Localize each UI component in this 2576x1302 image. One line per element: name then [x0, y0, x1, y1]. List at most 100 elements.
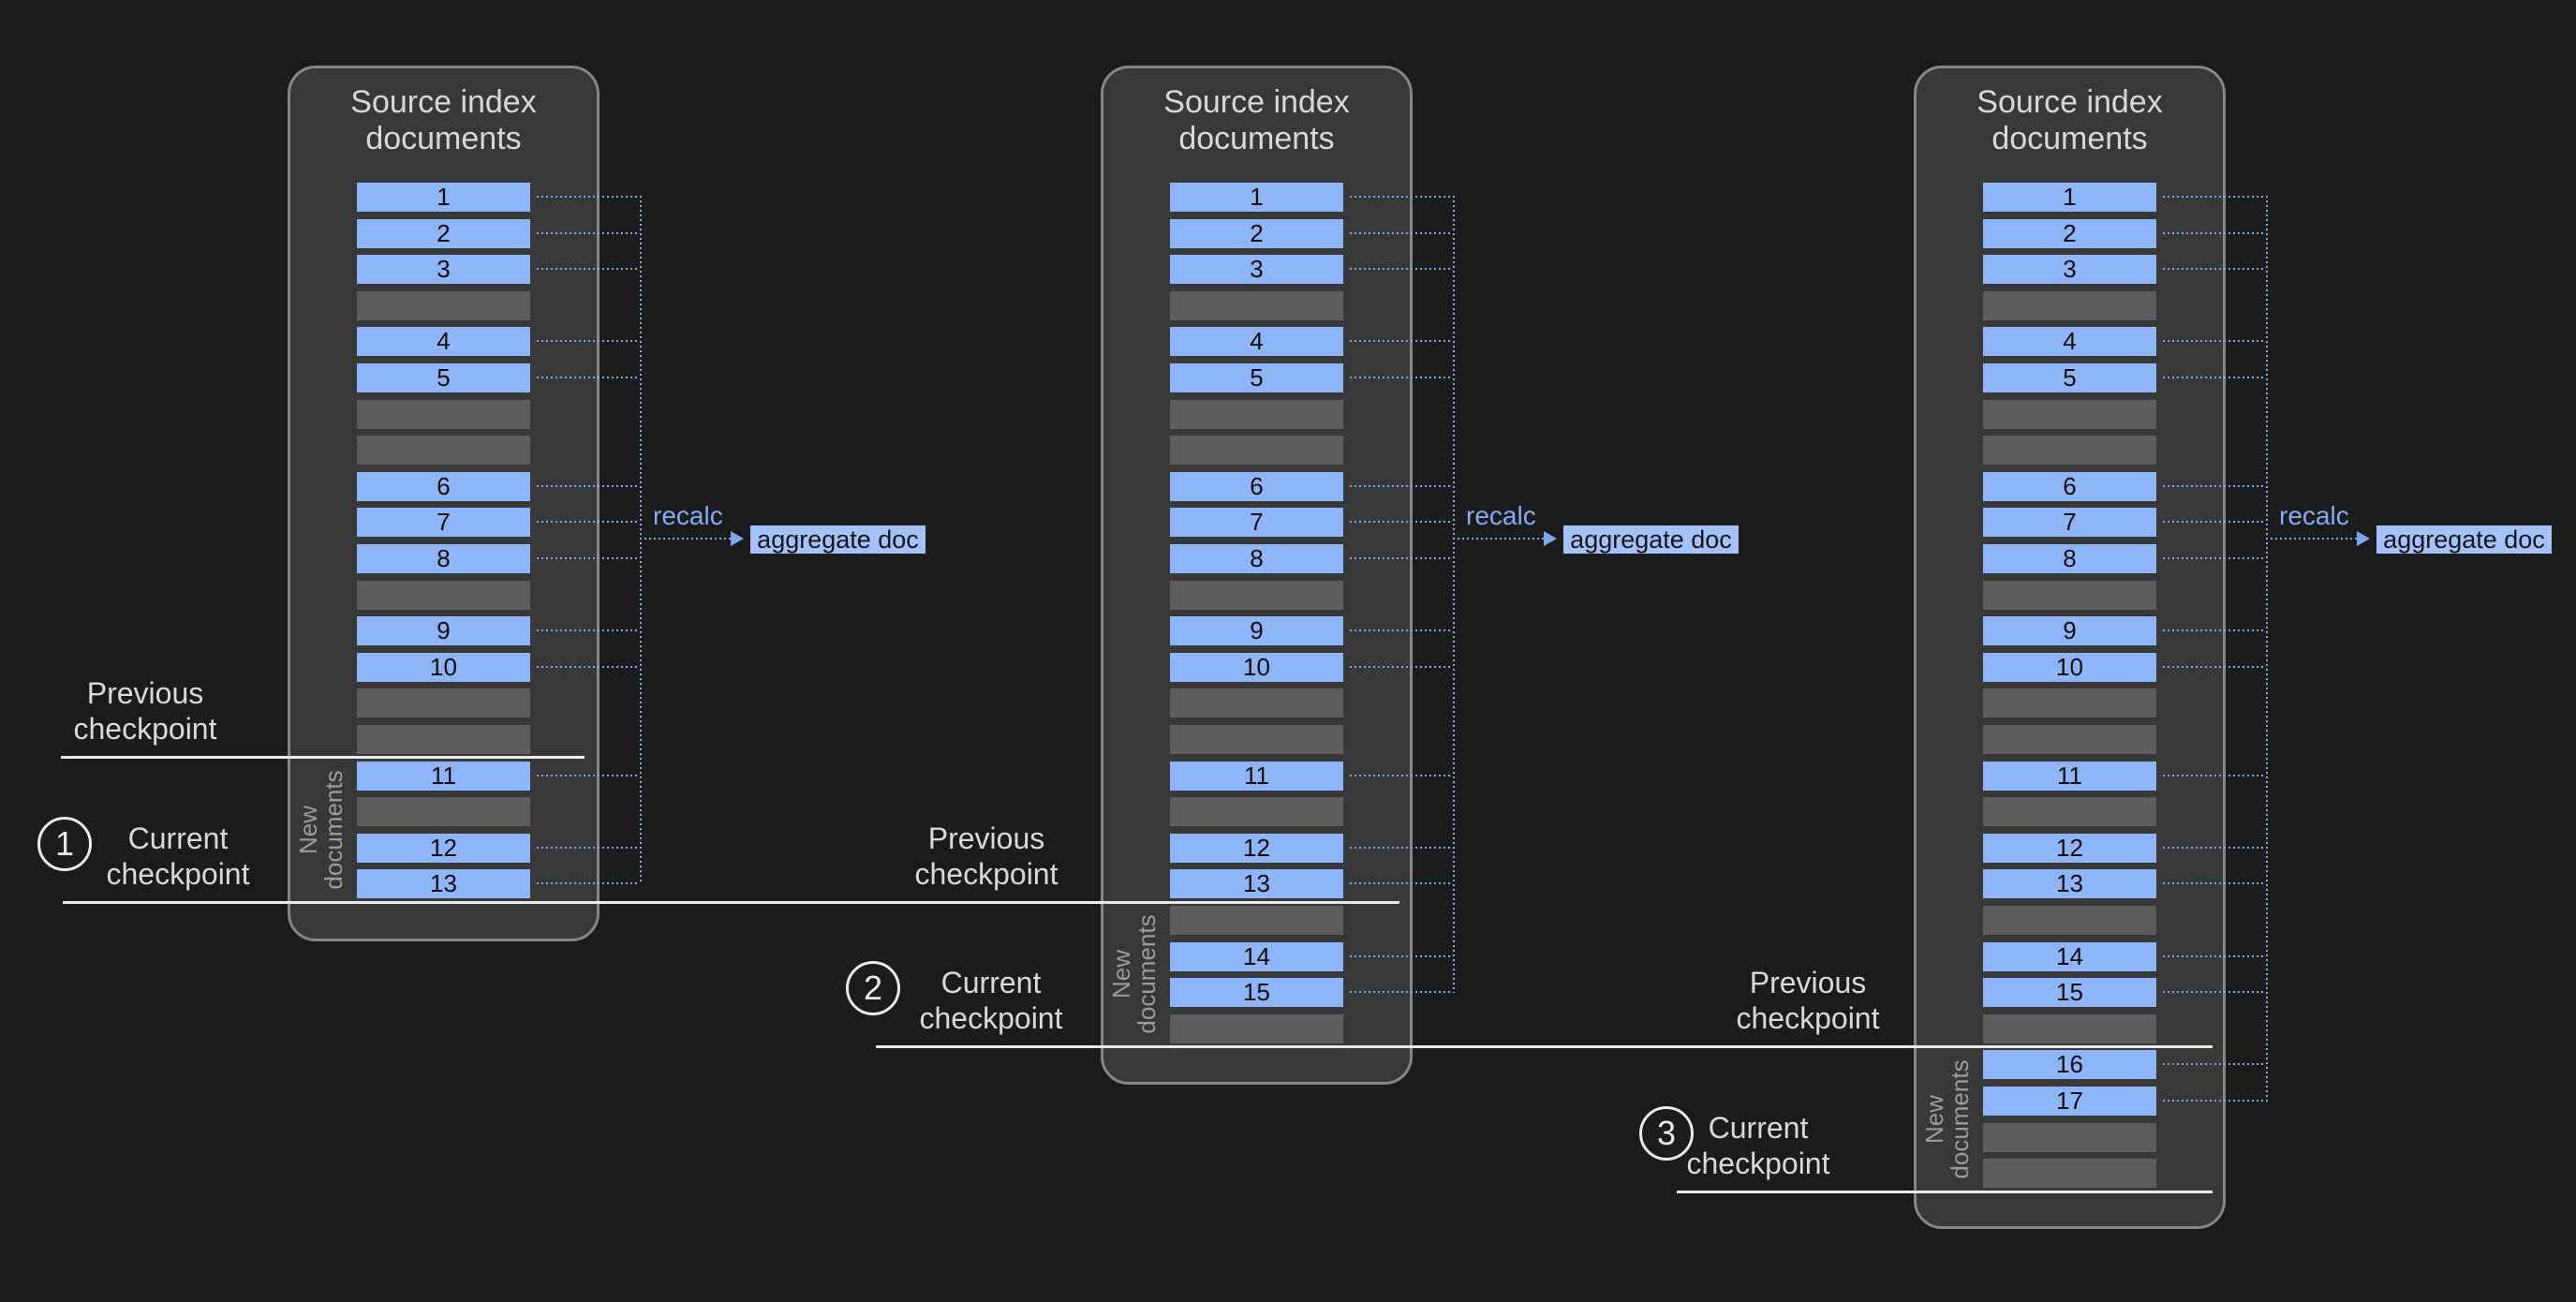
document-connector-line: [1350, 268, 1453, 270]
document-connector-line: [1350, 521, 1453, 523]
panel-title: documents: [1914, 121, 2226, 157]
document-bar: 14: [1983, 942, 2156, 971]
document-connector-line: [1350, 847, 1453, 849]
new-documents-label-line: New: [1922, 1049, 1947, 1190]
document-connector-line: [1350, 666, 1453, 668]
aggregate-doc-badge: aggregate doc: [1563, 525, 1739, 554]
aggregate-doc-badge: aggregate doc: [750, 525, 925, 554]
document-bar: 2: [357, 219, 530, 248]
document-bar: 17: [1983, 1087, 2156, 1116]
document-bar: 14: [1170, 942, 1343, 971]
document-connector-line: [2163, 377, 2266, 378]
bracket-line: [1453, 196, 1455, 993]
document-connector-line: [2163, 485, 2266, 487]
empty-slot: [357, 688, 530, 718]
document-bar: 5: [1170, 363, 1343, 392]
document-connector-line: [2163, 882, 2266, 884]
document-connector-line: [2163, 268, 2266, 270]
empty-slot: [1983, 688, 2156, 718]
document-connector-line: [537, 340, 640, 342]
document-connector-line: [1350, 991, 1453, 993]
document-bar: 11: [1983, 762, 2156, 791]
diagram-canvas: Source indexdocuments12345678910111213re…: [0, 0, 2576, 1302]
document-bar: 1: [1170, 183, 1343, 212]
document-bar: 11: [357, 762, 530, 791]
document-bar: 4: [1170, 327, 1343, 356]
document-connector-line: [2163, 629, 2266, 631]
panel-title: Source index: [1914, 84, 2226, 121]
empty-slot: [1170, 797, 1343, 826]
recalc-arrowhead-icon: [731, 531, 744, 546]
document-connector-line: [537, 268, 640, 270]
document-bar: 1: [1983, 183, 2156, 212]
document-bar: 3: [357, 255, 530, 284]
document-bar: 1: [357, 183, 530, 212]
document-connector-line: [1350, 882, 1453, 884]
document-bar: 9: [1983, 616, 2156, 645]
recalc-label: recalc: [1466, 502, 1536, 530]
document-connector-line: [2163, 955, 2266, 957]
previous-checkpoint-label: Previous: [827, 821, 1146, 855]
document-connector-line: [2163, 991, 2266, 993]
empty-slot: [1170, 725, 1343, 754]
document-connector-line: [537, 629, 640, 631]
document-bar: 5: [357, 363, 530, 392]
empty-slot: [357, 725, 530, 754]
document-bar: 2: [1170, 219, 1343, 248]
document-connector-line: [537, 666, 640, 668]
document-connector-line: [537, 232, 640, 234]
document-bar: 12: [357, 834, 530, 863]
document-connector-line: [537, 775, 640, 777]
document-connector-line: [1350, 485, 1453, 487]
document-bar: 5: [1983, 363, 2156, 392]
document-bar: 15: [1170, 978, 1343, 1007]
document-connector-line: [1350, 340, 1453, 342]
document-connector-line: [2163, 847, 2266, 849]
document-connector-line: [537, 377, 640, 378]
panel-title: documents: [288, 121, 600, 157]
document-connector-line: [537, 485, 640, 487]
previous-checkpoint-label: checkpoint: [827, 857, 1146, 891]
new-documents-label-line: documents: [1947, 1049, 1973, 1190]
document-bar: 11: [1170, 762, 1343, 791]
document-bar: 12: [1170, 834, 1343, 863]
empty-slot: [1983, 906, 2156, 935]
document-bar: 4: [357, 327, 530, 356]
empty-slot: [357, 436, 530, 465]
document-bar: 13: [1170, 869, 1343, 898]
empty-slot: [1983, 400, 2156, 429]
previous-checkpoint-label: Previous: [1649, 966, 1967, 999]
empty-slot: [357, 400, 530, 429]
document-bar: 7: [357, 508, 530, 537]
document-connector-line: [1350, 955, 1453, 957]
document-bar: 10: [1170, 653, 1343, 682]
empty-slot: [1983, 1123, 2156, 1152]
previous-checkpoint-label: checkpoint: [0, 712, 304, 746]
new-documents-label: Newdocuments: [1922, 1049, 1973, 1190]
new-documents-label-line: documents: [321, 760, 347, 900]
panel-title: Source index: [1101, 84, 1413, 121]
empty-slot: [1983, 725, 2156, 754]
previous-checkpoint-label: checkpoint: [1649, 1001, 1967, 1035]
document-connector-line: [2163, 232, 2266, 234]
document-connector-line: [2163, 775, 2266, 777]
checkpoint-number-badge: 2: [846, 961, 900, 1015]
aggregate-doc-badge: aggregate doc: [2376, 525, 2552, 554]
bracket-line: [2266, 196, 2268, 1102]
empty-slot: [1983, 291, 2156, 320]
previous-checkpoint-label: Previous: [0, 676, 304, 710]
document-connector-line: [537, 521, 640, 523]
new-documents-label-line: New: [296, 760, 321, 900]
empty-slot: [1170, 906, 1343, 935]
document-connector-line: [1350, 196, 1453, 198]
document-connector-line: [1350, 557, 1453, 559]
empty-slot: [1170, 1014, 1343, 1043]
document-connector-line: [1350, 629, 1453, 631]
panel-title: documents: [1101, 121, 1413, 157]
checkpoint-line: [63, 901, 1399, 904]
document-bar: 7: [1983, 508, 2156, 537]
document-bar: 2: [1983, 219, 2156, 248]
document-connector-line: [537, 847, 640, 849]
document-bar: 4: [1983, 327, 2156, 356]
document-connector-line: [2163, 557, 2266, 559]
